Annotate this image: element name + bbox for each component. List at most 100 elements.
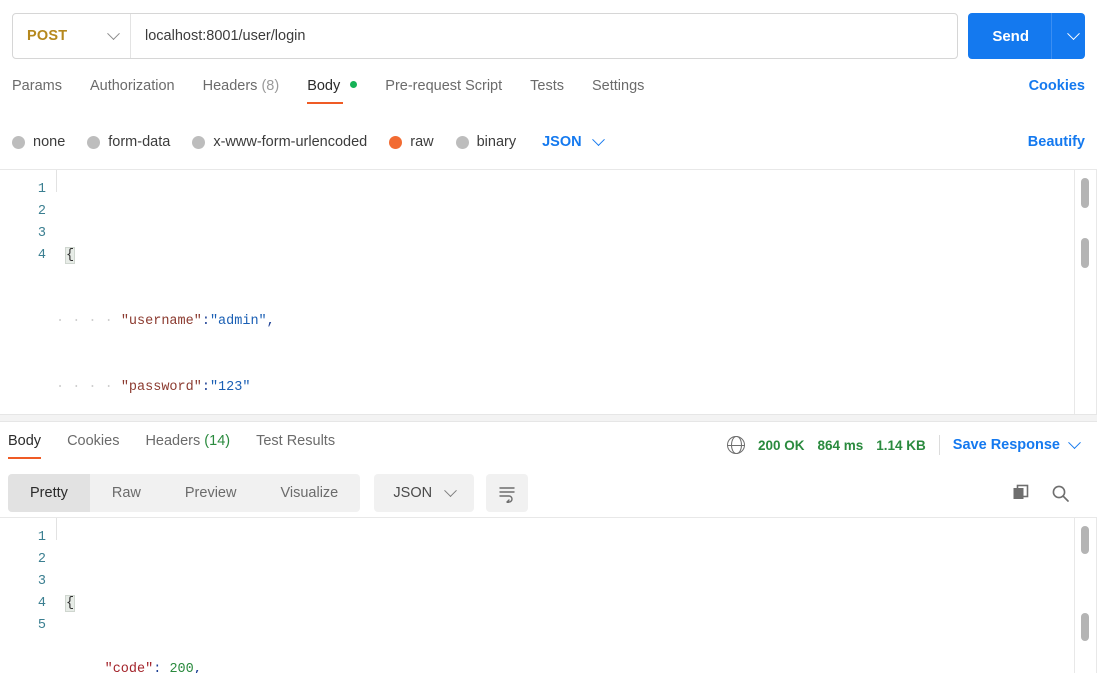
- response-tab-headers[interactable]: Headers (14): [145, 429, 230, 461]
- send-options-button[interactable]: [1051, 13, 1085, 59]
- tab-tests[interactable]: Tests: [530, 76, 564, 104]
- response-body-editor[interactable]: 1 2 3 4 5 { "code": 200, "message": "操作成…: [0, 517, 1097, 673]
- code-line: {: [56, 245, 1097, 267]
- response-scrollbar-thumb-top[interactable]: [1081, 526, 1089, 554]
- code-line: · · · · "password":"123": [56, 377, 1097, 399]
- request-gutter: 1 2 3 4: [0, 170, 56, 414]
- radio-icon: [455, 135, 469, 149]
- radio-icon: [192, 135, 206, 149]
- tab-label: Cookies: [67, 433, 120, 449]
- json-colon: :: [201, 314, 210, 329]
- globe-icon: [726, 435, 746, 455]
- line-number: 1: [37, 182, 46, 197]
- body-mode-none[interactable]: none: [12, 134, 65, 150]
- request-scrollbar-thumb-top[interactable]: [1081, 178, 1089, 208]
- request-bar: POST Send: [0, 0, 1097, 72]
- open-brace: {: [64, 595, 76, 612]
- response-format-selector[interactable]: JSON: [374, 474, 475, 512]
- copy-icon: [1013, 484, 1029, 499]
- body-mode-x-www-form-urlencoded[interactable]: x-www-form-urlencoded: [192, 134, 367, 150]
- tab-count: (14): [204, 433, 231, 449]
- response-tab-test-results[interactable]: Test Results: [256, 429, 335, 461]
- response-tool-actions: [1011, 483, 1089, 504]
- response-tab-body[interactable]: Body: [8, 429, 42, 461]
- request-body-editor[interactable]: 1 2 3 4 { · · · · "username":"admin", · …: [0, 169, 1097, 414]
- chevron-down-icon: [1068, 435, 1081, 449]
- send-button[interactable]: Send: [968, 13, 1051, 59]
- response-time: 864 ms: [817, 437, 864, 453]
- body-mode-label: binary: [476, 134, 517, 150]
- json-comma: ,: [193, 662, 202, 673]
- send-group: Send: [968, 13, 1085, 59]
- body-mode-raw[interactable]: raw: [389, 134, 434, 150]
- wrap-lines-button[interactable]: [486, 474, 529, 512]
- tab-settings[interactable]: Settings: [592, 76, 644, 104]
- json-key: "password": [120, 380, 202, 395]
- fold-rail: [56, 170, 57, 192]
- tab-count: (8): [261, 78, 280, 94]
- body-mode-form-data[interactable]: form-data: [87, 134, 170, 150]
- cookies-link[interactable]: Cookies: [1029, 76, 1085, 94]
- tab-pre-request-script[interactable]: Pre-request Script: [385, 76, 502, 104]
- line-number: 4: [37, 248, 46, 263]
- raw-format-selector[interactable]: JSON: [542, 132, 605, 150]
- request-code-content[interactable]: { · · · · "username":"admin", · · · · "p…: [56, 170, 1097, 414]
- wrap-lines-icon: [499, 487, 515, 503]
- body-modified-dot-icon: [350, 81, 358, 88]
- body-mode-row: none form-data x-www-form-urlencoded raw…: [0, 125, 1097, 159]
- tab-headers[interactable]: Headers (8): [203, 76, 280, 104]
- editor-edge-line: [1074, 518, 1075, 673]
- response-size: 1.14 KB: [876, 437, 926, 453]
- view-mode-raw[interactable]: Raw: [90, 474, 163, 512]
- tab-label: Tests: [530, 78, 564, 94]
- view-mode-pretty[interactable]: Pretty: [8, 474, 90, 512]
- tab-label: Pre-request Script: [385, 78, 503, 94]
- view-mode-visualize[interactable]: Visualize: [258, 474, 360, 512]
- json-value: 200: [169, 662, 194, 673]
- tab-label: Body: [8, 433, 42, 449]
- view-mode-preview[interactable]: Preview: [163, 474, 259, 512]
- tab-authorization[interactable]: Authorization: [90, 76, 175, 104]
- beautify-button[interactable]: Beautify: [1028, 134, 1085, 150]
- response-tabs-bar: Body Cookies Headers (14) Test Results 2…: [0, 424, 1097, 466]
- body-mode-binary[interactable]: binary: [455, 134, 517, 150]
- search-icon: [1052, 485, 1069, 502]
- line-number: 5: [37, 618, 46, 633]
- response-code-content[interactable]: { "code": 200, "message": "操作成功", "data"…: [56, 518, 1097, 673]
- json-key: "username": [120, 314, 202, 329]
- response-view-toolbar: Pretty Raw Preview Visualize JSON: [0, 470, 1097, 516]
- url-input[interactable]: [131, 14, 958, 58]
- response-scrollbar-thumb-bottom[interactable]: [1081, 613, 1089, 641]
- body-mode-label: none: [33, 134, 66, 150]
- save-response-label: Save Response: [952, 437, 1060, 453]
- copy-button[interactable]: [1011, 483, 1032, 504]
- response-status-group: 200 OK 864 ms 1.14 KB Save Response: [726, 435, 1089, 455]
- line-number: 2: [37, 204, 46, 219]
- body-mode-label: form-data: [108, 134, 171, 150]
- response-gutter: 1 2 3 4 5: [0, 518, 56, 673]
- line-number: 2: [37, 552, 46, 567]
- json-comma: ,: [266, 314, 275, 329]
- http-method-selector[interactable]: POST: [13, 14, 131, 58]
- json-value: "123": [209, 380, 251, 395]
- body-mode-label: raw: [410, 134, 434, 150]
- fold-rail: [56, 518, 57, 540]
- save-response-button[interactable]: Save Response: [952, 435, 1081, 453]
- response-format-label: JSON: [393, 485, 433, 501]
- tab-body[interactable]: Body: [307, 76, 358, 104]
- request-scrollbar-thumb-bottom[interactable]: [1081, 238, 1089, 268]
- tab-params[interactable]: Params: [12, 76, 62, 104]
- status-code: 200 OK: [757, 437, 805, 453]
- json-colon: :: [201, 380, 210, 395]
- code-line: {: [56, 593, 1097, 615]
- json-key: "code": [104, 662, 154, 673]
- tab-label: Authorization: [89, 78, 175, 94]
- body-mode-label: x-www-form-urlencoded: [213, 134, 368, 150]
- json-value: "admin": [209, 314, 267, 329]
- line-number: 4: [37, 596, 46, 611]
- search-button[interactable]: [1050, 483, 1071, 504]
- radio-icon-selected: [389, 135, 403, 149]
- pane-divider[interactable]: [0, 414, 1097, 422]
- request-tabs: Params Authorization Headers (8) Body Pr…: [0, 76, 1097, 116]
- response-tab-cookies[interactable]: Cookies: [67, 429, 119, 461]
